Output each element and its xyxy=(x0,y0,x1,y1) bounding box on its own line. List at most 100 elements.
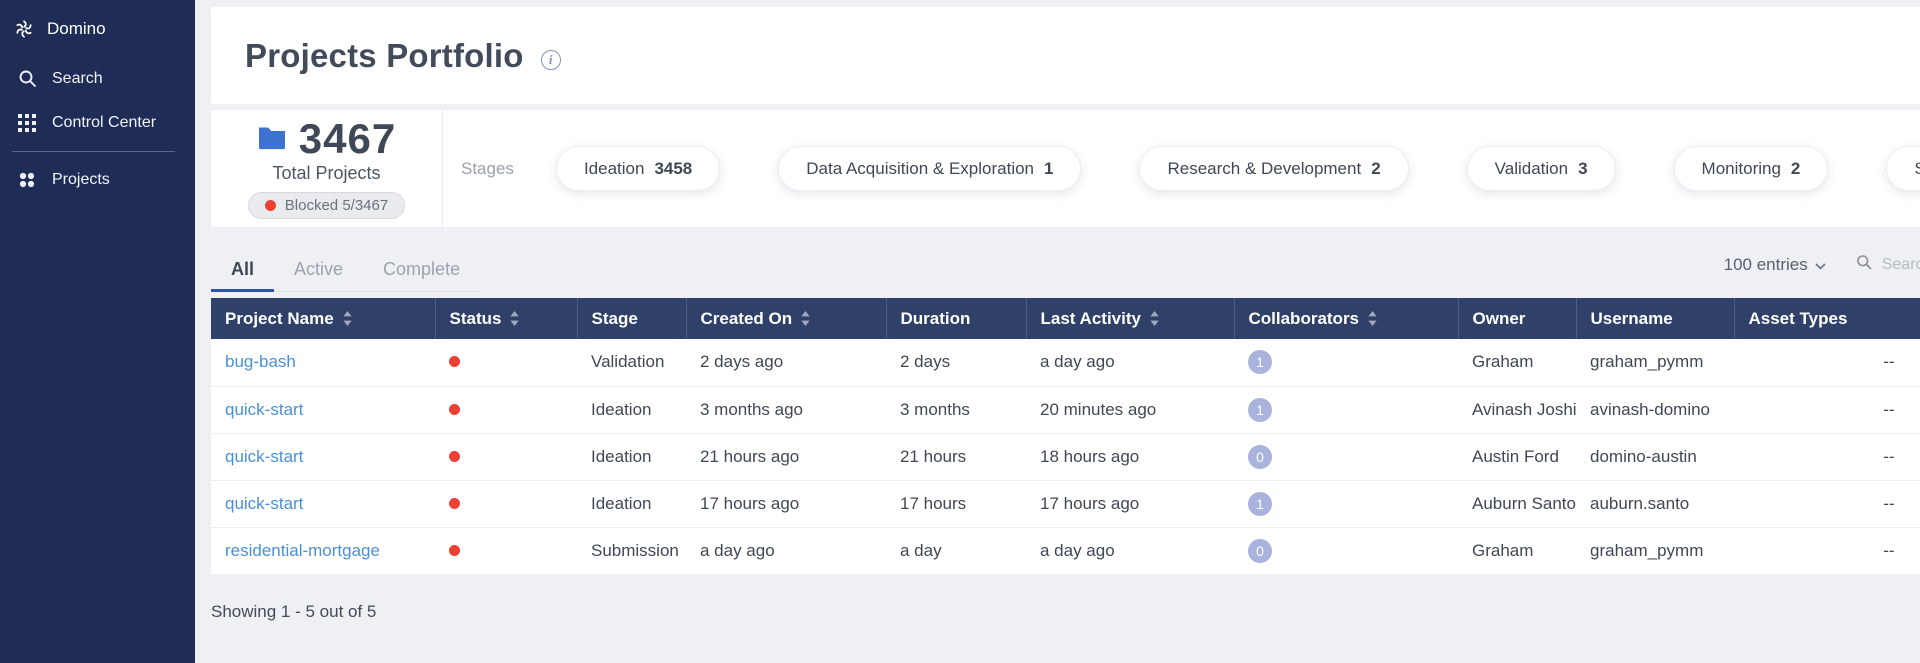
collaborators-badge[interactable]: 1 xyxy=(1248,492,1272,516)
table-row: residential-mortgage Submission a day ag… xyxy=(211,527,1920,574)
stage-pill-validation[interactable]: Validation3 xyxy=(1467,146,1616,191)
stage-cell: Ideation xyxy=(577,433,686,480)
asset-types-cell: -- xyxy=(1734,386,1920,433)
sidebar-item-projects[interactable]: Projects xyxy=(0,158,195,202)
collaborators-badge[interactable]: 0 xyxy=(1248,445,1272,469)
blocked-label: Blocked 5/3467 xyxy=(285,197,388,214)
column-header-project-name[interactable]: Project Name xyxy=(211,298,435,339)
project-link[interactable]: quick-start xyxy=(225,494,303,513)
sidebar-brand[interactable]: Domino xyxy=(0,10,195,56)
last-activity-cell: 18 hours ago xyxy=(1026,433,1234,480)
blocked-pill[interactable]: Blocked 5/3467 xyxy=(248,192,405,219)
search-icon xyxy=(17,69,37,88)
tab-complete[interactable]: Complete xyxy=(363,247,480,292)
stage-cell: Validation xyxy=(577,339,686,386)
username-cell: auburn.santo xyxy=(1576,480,1734,527)
stage-pill-research-development[interactable]: Research & Development2 xyxy=(1139,146,1408,191)
duration-cell: 17 hours xyxy=(886,480,1026,527)
column-header-last-activity[interactable]: Last Activity xyxy=(1026,298,1234,339)
sort-icon xyxy=(1368,311,1377,326)
owner-cell: Auburn Santo xyxy=(1458,480,1576,527)
column-header-asset-types[interactable]: Asset Types xyxy=(1734,298,1920,339)
toolbar-right: 100 entries xyxy=(1724,254,1920,276)
sidebar-item-control-center[interactable]: Control Center xyxy=(0,101,195,145)
duration-cell: 3 months xyxy=(886,386,1026,433)
collaborators-badge[interactable]: 1 xyxy=(1248,350,1272,374)
total-projects-stat: 3467 Total Projects Blocked 5/3467 xyxy=(211,110,443,227)
tab-active[interactable]: Active xyxy=(274,247,363,292)
main-content: Projects Portfolio i 3467 Total Projects… xyxy=(195,0,1920,663)
last-activity-cell: 20 minutes ago xyxy=(1026,386,1234,433)
collaborators-cell: 1 xyxy=(1234,386,1458,433)
tab-all[interactable]: All xyxy=(211,247,274,292)
column-header-created-on[interactable]: Created On xyxy=(686,298,886,339)
status-dot-icon xyxy=(449,356,460,367)
stage-pill-data-acquisition[interactable]: Data Acquisition & Exploration1 xyxy=(778,146,1081,191)
last-activity-cell: a day ago xyxy=(1026,339,1234,386)
asset-types-cell: -- xyxy=(1734,433,1920,480)
project-link[interactable]: quick-start xyxy=(225,400,303,419)
status-cell xyxy=(435,386,577,433)
project-link[interactable]: residential-mortgage xyxy=(225,541,380,560)
showing-text: Showing 1 - 5 out of 5 xyxy=(211,602,376,622)
sidebar-item-search[interactable]: Search xyxy=(0,56,195,101)
collaborators-cell: 1 xyxy=(1234,480,1458,527)
column-header-status[interactable]: Status xyxy=(435,298,577,339)
column-header-duration[interactable]: Duration xyxy=(886,298,1026,339)
collaborators-cell: 0 xyxy=(1234,527,1458,574)
table-row: quick-start Ideation 17 hours ago 17 hou… xyxy=(211,480,1920,527)
domino-logo-icon xyxy=(14,14,34,44)
username-cell: avinash-domino xyxy=(1576,386,1734,433)
entries-select[interactable]: 100 entries xyxy=(1724,255,1826,275)
table-footer: Showing 1 - 5 out of 5 ‹ 1 › xyxy=(211,597,1920,627)
search-input[interactable] xyxy=(1880,255,1920,275)
project-cell: quick-start xyxy=(211,433,435,480)
tabs: All Active Complete xyxy=(211,247,480,292)
status-dot-icon xyxy=(449,498,460,509)
collaborators-cell: 0 xyxy=(1234,433,1458,480)
brand-label: Domino xyxy=(47,19,106,39)
sort-icon xyxy=(1150,311,1159,326)
created-cell: a day ago xyxy=(686,527,886,574)
column-header-owner[interactable]: Owner xyxy=(1458,298,1576,339)
created-cell: 17 hours ago xyxy=(686,480,886,527)
owner-cell: Graham xyxy=(1458,527,1576,574)
last-activity-cell: a day ago xyxy=(1026,527,1234,574)
project-cell: bug-bash xyxy=(211,339,435,386)
grid-icon xyxy=(17,114,37,132)
sort-icon xyxy=(801,311,810,326)
column-header-stage[interactable]: Stage xyxy=(577,298,686,339)
project-link[interactable]: quick-start xyxy=(225,447,303,466)
column-header-username[interactable]: Username xyxy=(1576,298,1734,339)
collaborators-cell: 1 xyxy=(1234,339,1458,386)
collaborators-badge[interactable]: 1 xyxy=(1248,398,1272,422)
info-icon[interactable]: i xyxy=(541,50,561,70)
collaborators-badge[interactable]: 0 xyxy=(1248,539,1272,563)
total-projects-label: Total Projects xyxy=(272,163,380,184)
stage-pill-submission[interactable]: Submission1 xyxy=(1886,146,1920,191)
table-row: bug-bash Validation 2 days ago 2 days a … xyxy=(211,339,1920,386)
column-header-collaborators[interactable]: Collaborators xyxy=(1234,298,1458,339)
sidebar-nav: Search Control Center xyxy=(0,56,195,202)
sidebar-item-label: Control Center xyxy=(52,114,156,132)
stage-pill-ideation[interactable]: Ideation3458 xyxy=(556,146,720,191)
sidebar: Domino Search Control xyxy=(0,0,195,663)
status-dot-icon xyxy=(449,404,460,415)
created-cell: 21 hours ago xyxy=(686,433,886,480)
sidebar-divider xyxy=(12,151,175,152)
duration-cell: a day xyxy=(886,527,1026,574)
stage-pill-monitoring[interactable]: Monitoring2 xyxy=(1674,146,1829,191)
total-projects-value: 3467 xyxy=(299,118,396,160)
project-cell: residential-mortgage xyxy=(211,527,435,574)
search-icon xyxy=(1856,254,1872,275)
project-link[interactable]: bug-bash xyxy=(225,352,296,371)
project-cell: quick-start xyxy=(211,386,435,433)
stage-cell: Ideation xyxy=(577,480,686,527)
app-root: Domino Search Control xyxy=(0,0,1920,663)
stages-section: Stages Ideation3458 Data Acquisition & E… xyxy=(443,110,1920,227)
last-activity-cell: 17 hours ago xyxy=(1026,480,1234,527)
status-cell xyxy=(435,480,577,527)
created-cell: 3 months ago xyxy=(686,386,886,433)
table-row: quick-start Ideation 3 months ago 3 mont… xyxy=(211,386,1920,433)
blocked-dot-icon xyxy=(265,200,276,211)
